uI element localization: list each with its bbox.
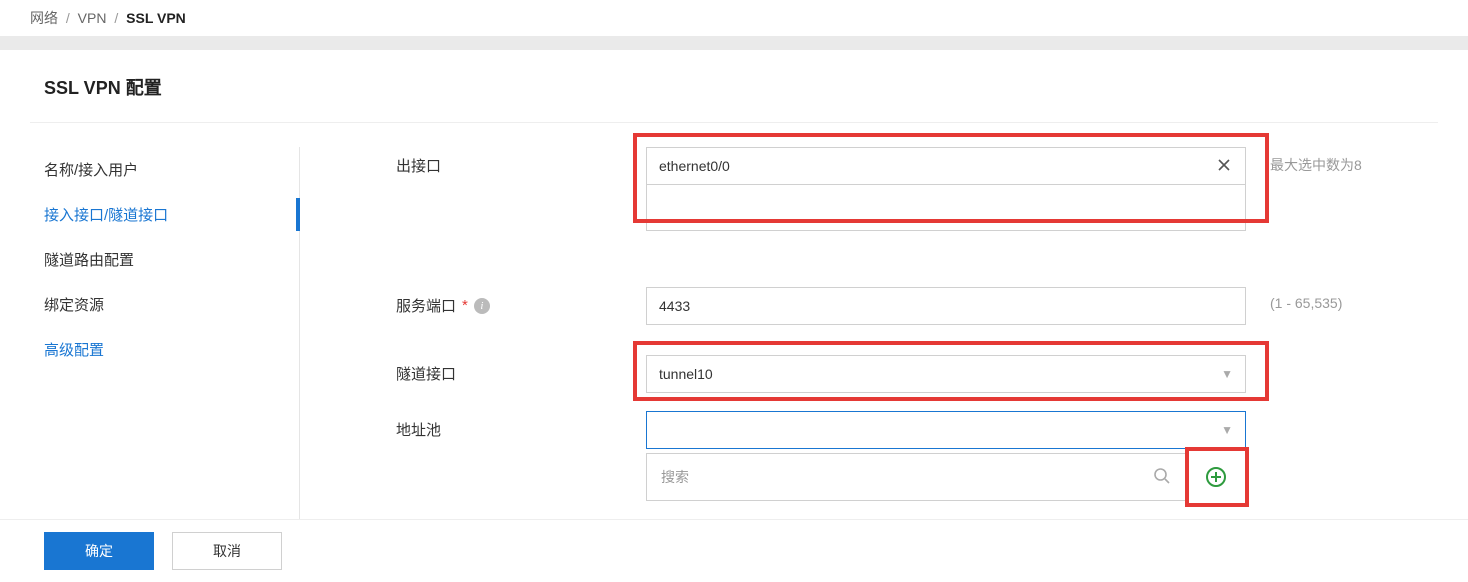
out-interface-value: ethernet0/0: [659, 158, 1215, 174]
required-mark: *: [462, 297, 468, 314]
breadcrumb-current: SSL VPN: [126, 10, 186, 26]
nav-item-name-user[interactable]: 名称/接入用户: [44, 147, 299, 192]
chevron-down-icon[interactable]: ▼: [1221, 367, 1233, 381]
out-interface-hint: 最大选中数为8: [1270, 155, 1362, 175]
out-interface-field[interactable]: ethernet0/0: [646, 147, 1246, 231]
side-nav: 名称/接入用户 接入接口/隧道接口 隧道路由配置 绑定资源 高级配置: [30, 147, 300, 519]
form-area: 出接口 ethernet0/0 最大选中数为8 服务端口: [300, 147, 1438, 519]
plus-icon: [1206, 467, 1226, 487]
breadcrumb-sep: /: [66, 10, 70, 26]
label-addr-pool: 地址池: [396, 411, 646, 440]
chevron-down-icon[interactable]: ▼: [1221, 423, 1233, 437]
service-port-range: (1 - 65,535): [1270, 295, 1342, 311]
nav-item-tunnel-route[interactable]: 隧道路由配置: [44, 237, 299, 282]
row-addr-pool: 地址池 ▼: [396, 411, 1438, 449]
breadcrumb-sep: /: [114, 10, 118, 26]
search-icon[interactable]: [1153, 467, 1171, 488]
config-body: 名称/接入用户 接入接口/隧道接口 隧道路由配置 绑定资源 高级配置 出接口 e…: [30, 122, 1438, 519]
config-panel: SSL VPN 配置 名称/接入用户 接入接口/隧道接口 隧道路由配置 绑定资源…: [0, 50, 1468, 519]
addr-pool-field[interactable]: ▼: [646, 411, 1246, 449]
addr-pool-dropdown: [646, 453, 1186, 501]
breadcrumb: 网络 / VPN / SSL VPN: [0, 0, 1468, 36]
breadcrumb-lvl1[interactable]: 网络: [30, 10, 58, 26]
label-tunnel-if: 隧道接口: [396, 355, 646, 384]
out-interface-extra[interactable]: [646, 185, 1246, 231]
label-out-interface: 出接口: [396, 147, 646, 176]
tunnel-if-field[interactable]: tunnel10 ▼: [646, 355, 1246, 393]
nav-item-advanced[interactable]: 高级配置: [44, 327, 299, 372]
row-tunnel-if: 隧道接口 tunnel10 ▼: [396, 355, 1438, 393]
label-service-port-text: 服务端口: [396, 295, 456, 316]
footer: 确定 取消: [0, 519, 1468, 582]
cancel-button[interactable]: 取消: [172, 532, 282, 570]
panel-title: SSL VPN 配置: [30, 50, 1438, 122]
row-out-interface: 出接口 ethernet0/0 最大选中数为8: [396, 147, 1438, 231]
clear-icon[interactable]: [1215, 156, 1233, 177]
breadcrumb-lvl2[interactable]: VPN: [78, 10, 107, 26]
row-service-port: 服务端口 * i (1 - 65,535): [396, 287, 1438, 325]
separator-bar: [0, 36, 1468, 50]
info-icon[interactable]: i: [474, 298, 490, 314]
service-port-field[interactable]: [646, 287, 1246, 325]
service-port-input[interactable]: [659, 298, 1233, 314]
label-service-port: 服务端口 * i: [396, 287, 646, 316]
addr-pool-add-button[interactable]: [1194, 453, 1238, 501]
nav-item-interface-tunnel[interactable]: 接入接口/隧道接口: [44, 192, 299, 237]
addr-pool-search-input[interactable]: [661, 469, 1143, 485]
ok-button[interactable]: 确定: [44, 532, 154, 570]
tunnel-if-value: tunnel10: [659, 366, 1221, 382]
nav-item-bind-resource[interactable]: 绑定资源: [44, 282, 299, 327]
